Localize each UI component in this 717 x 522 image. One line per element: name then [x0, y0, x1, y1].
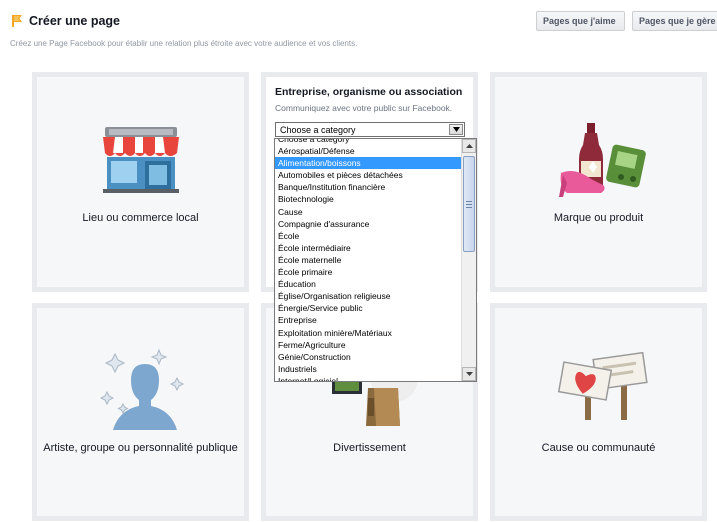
page-title: Créer une page	[29, 14, 121, 28]
category-option[interactable]: Église/Organisation religieuse	[275, 290, 461, 302]
category-option[interactable]: Automobiles et pièces détachées	[275, 169, 461, 181]
tile-artist-label: Artiste, groupe ou personnalité publique	[43, 442, 238, 454]
tile-brand-product[interactable]: Marque ou produit	[490, 72, 707, 292]
storefront-icon	[103, 127, 179, 193]
tile-cause-community-label: Cause ou communauté	[541, 442, 656, 454]
category-option[interactable]: Énergie/Service public	[275, 302, 461, 314]
category-option[interactable]: Industriels	[275, 363, 461, 375]
category-option[interactable]: Entreprise	[275, 314, 461, 326]
managed-pages-button[interactable]: Pages que je gère	[632, 11, 717, 31]
page-header: Créer une page	[10, 12, 120, 30]
tile-artist[interactable]: Artiste, groupe ou personnalité publique	[32, 303, 249, 521]
tile-local-business-label: Lieu ou commerce local	[82, 212, 199, 224]
category-option[interactable]: Cause	[275, 206, 461, 218]
category-option[interactable]: Éducation	[275, 278, 461, 290]
scrollbar-thumb[interactable]	[463, 156, 475, 252]
category-option[interactable]: Génie/Construction	[275, 351, 461, 363]
category-option[interactable]: Compagnie d'assurance	[275, 218, 461, 230]
tile-cause-community[interactable]: Cause ou communauté	[490, 303, 707, 521]
scroll-down-icon[interactable]	[462, 367, 476, 381]
category-option[interactable]: Biotechnologie	[275, 193, 461, 205]
category-select[interactable]: Choose a category	[275, 122, 465, 137]
category-option[interactable]: École intermédiaire	[275, 242, 461, 254]
category-option[interactable]: Alimentation/boissons	[275, 157, 461, 170]
person-silhouette-icon	[99, 348, 185, 430]
category-option[interactable]: Banque/Institution financière	[275, 181, 461, 193]
liked-pages-button[interactable]: Pages que j'aime	[536, 11, 625, 31]
chevron-down-icon[interactable]	[449, 124, 463, 135]
category-dropdown-list[interactable]: Choose a category Aérospatial/Défense Alim…	[274, 138, 477, 382]
category-option[interactable]: Aérospatial/Défense	[275, 145, 461, 157]
protest-signs-icon	[557, 352, 648, 420]
category-options: Choose a category Aérospatial/Défense Alim…	[275, 139, 461, 381]
flag-icon	[12, 15, 22, 27]
company-form-title: Entreprise, organisme ou association	[275, 86, 463, 98]
category-select-value: Choose a category	[280, 124, 356, 135]
company-form-description: Communiquez avec votre public sur Facebo…	[275, 103, 453, 113]
category-option[interactable]: Exploitation minière/Matériaux	[275, 327, 461, 339]
category-option[interactable]: Internet/Logiciel	[275, 375, 461, 381]
scroll-up-icon[interactable]	[462, 139, 476, 153]
page-subtitle: Créez une Page Facebook pour établir une…	[10, 39, 358, 48]
tile-brand-product-label: Marque ou produit	[553, 212, 644, 224]
category-option[interactable]: École	[275, 230, 461, 242]
category-option[interactable]: Ferme/Agriculture	[275, 339, 461, 351]
tile-local-business[interactable]: Lieu ou commerce local	[32, 72, 249, 292]
brand-products-icon	[559, 123, 646, 197]
category-option[interactable]: École primaire	[275, 266, 461, 278]
dropdown-scrollbar[interactable]	[461, 139, 476, 381]
tile-entertainment-label: Divertissement	[333, 442, 406, 454]
category-option[interactable]: Choose a category	[275, 139, 461, 145]
category-option[interactable]: École maternelle	[275, 254, 461, 266]
